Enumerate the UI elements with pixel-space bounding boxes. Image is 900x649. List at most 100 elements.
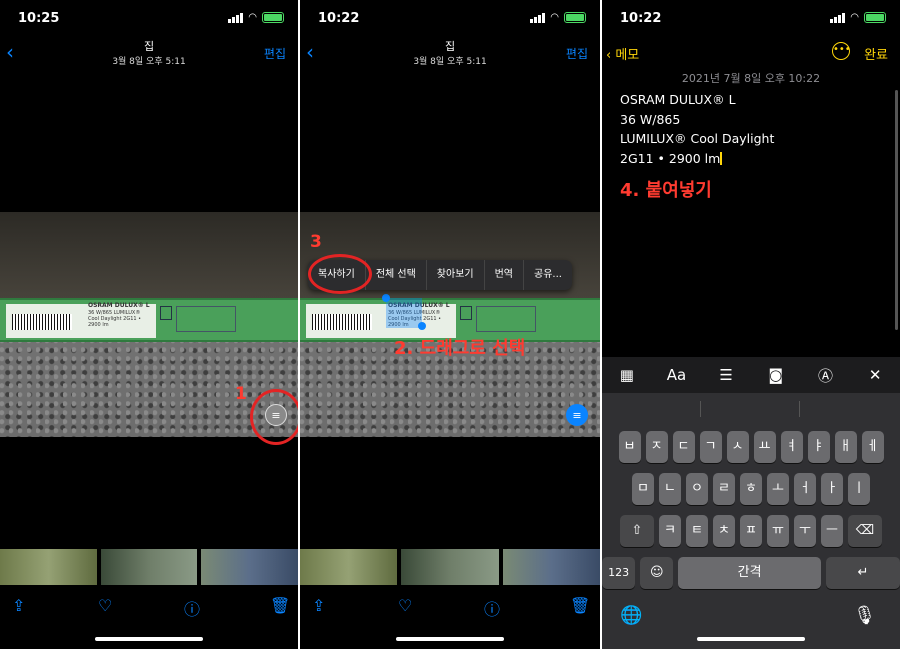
battery-icon — [262, 12, 284, 23]
more-icon[interactable]: ••• — [832, 42, 851, 60]
kc-mark-icon — [460, 306, 472, 320]
table-icon[interactable]: ▦ — [612, 366, 642, 384]
photo-nav-bar: ‹ 집 3월 8일 오후 5:11 편집 — [0, 36, 298, 70]
return-key-icon[interactable]: ↵ — [825, 557, 900, 589]
selection-handle-start[interactable] — [382, 294, 390, 302]
key[interactable]: ㅠ — [767, 515, 789, 547]
key[interactable]: ㅡ — [821, 515, 843, 547]
key[interactable]: ㅣ — [848, 473, 870, 505]
key[interactable]: ㅅ — [726, 431, 749, 463]
home-indicator — [396, 637, 504, 641]
menu-share[interactable]: 공유... — [524, 260, 572, 290]
key[interactable]: ㅛ — [753, 431, 776, 463]
thumbnail[interactable] — [502, 549, 600, 585]
camera-icon[interactable]: ◙ — [761, 366, 791, 384]
key-row-1: ㅂ ㅈ ㄷ ㄱ ㅅ ㅛ ㅕ ㅑ ㅐ ㅔ — [602, 431, 900, 463]
close-icon[interactable]: ✕ — [860, 366, 890, 384]
wifi-icon: ◠ — [550, 12, 559, 23]
key[interactable]: ㅊ — [713, 515, 735, 547]
menu-select-all[interactable]: 전체 선택 — [366, 260, 427, 290]
annotation-step-1: 1 — [235, 384, 247, 404]
key[interactable]: ㅔ — [861, 431, 884, 463]
notes-back-label: 메모 — [615, 48, 640, 63]
menu-look-up[interactable]: 찾아보기 — [427, 260, 485, 290]
format-text-icon[interactable]: Aa — [661, 366, 691, 384]
globe-icon[interactable]: 🌐 — [620, 605, 642, 626]
edit-button[interactable]: 편집 — [566, 45, 588, 62]
signal-icon — [830, 12, 846, 23]
live-text-icon[interactable]: ≡ — [265, 404, 287, 426]
done-button[interactable]: 완료 — [864, 44, 888, 63]
key[interactable]: ㅗ — [767, 473, 789, 505]
signal-icon — [530, 12, 546, 23]
numbers-key[interactable]: 123 — [602, 557, 636, 589]
product-spec: 36 W/865 LUMILUX® Cool Daylight 2G11 • 2… — [88, 310, 142, 328]
key[interactable]: ㅍ — [740, 515, 762, 547]
heart-icon[interactable]: ♡ — [98, 596, 112, 615]
shift-key-icon[interactable]: ⇧ — [620, 515, 654, 547]
status-icons: ◠ — [228, 12, 284, 23]
photo-date: 3월 8일 오후 5:11 — [413, 57, 487, 67]
key[interactable]: ㅌ — [686, 515, 708, 547]
photo-title: 집 — [444, 40, 456, 53]
info-icon[interactable]: ⓘ — [484, 596, 500, 620]
heart-icon[interactable]: ♡ — [398, 596, 412, 615]
key[interactable]: ㅜ — [794, 515, 816, 547]
thumbnail[interactable] — [201, 549, 298, 585]
key[interactable]: ㅏ — [821, 473, 843, 505]
text-cursor — [720, 151, 722, 165]
share-icon[interactable]: ⇪ — [312, 596, 325, 615]
share-icon[interactable]: ⇪ — [12, 596, 25, 615]
status-icons: ◠ — [830, 12, 886, 23]
product-brand: OSRAM DULUX® L — [88, 302, 150, 309]
key[interactable]: ㄱ — [699, 431, 722, 463]
trash-icon[interactable]: 🗑 — [270, 596, 290, 615]
key[interactable]: ㅕ — [780, 431, 803, 463]
status-bar: 10:22 ◠ — [300, 0, 600, 38]
thumbnail[interactable] — [300, 549, 398, 585]
key[interactable]: ㅋ — [659, 515, 681, 547]
menu-translate[interactable]: 번역 — [485, 260, 525, 290]
key[interactable]: ㄷ — [672, 431, 695, 463]
note-body[interactable]: OSRAM DULUX® L 36 W/865 LUMILUX® Cool Da… — [620, 90, 774, 168]
space-key[interactable]: 간격 — [678, 557, 821, 589]
status-time: 10:22 — [318, 11, 360, 26]
info-icon[interactable]: ⓘ — [184, 596, 200, 620]
key[interactable]: ㅑ — [807, 431, 830, 463]
key[interactable]: ㄹ — [713, 473, 735, 505]
backspace-key-icon[interactable]: ⌫ — [848, 515, 882, 547]
notes-back-button[interactable]: ‹ 메모 — [606, 44, 639, 63]
barcode — [312, 314, 372, 330]
thumbnail-strip[interactable] — [300, 549, 600, 585]
selection-handle-end[interactable] — [418, 322, 426, 330]
trash-icon[interactable]: 🗑 — [570, 596, 590, 615]
key-row-3: ⇧ ㅋ ㅌ ㅊ ㅍ ㅠ ㅜ ㅡ ⌫ — [602, 515, 900, 547]
key[interactable]: ㄴ — [659, 473, 681, 505]
emoji-key-icon[interactable]: ☺ — [640, 557, 674, 589]
key[interactable]: ㅎ — [740, 473, 762, 505]
product-box: OSRAM DULUX® L 36 W/865 LUMILUX® Cool Da… — [0, 298, 298, 342]
mic-icon[interactable]: 🎙 — [853, 605, 876, 626]
key[interactable]: ㅂ — [618, 431, 641, 463]
thumbnail[interactable] — [0, 549, 97, 585]
key[interactable]: ㅁ — [632, 473, 654, 505]
key[interactable]: ㅈ — [645, 431, 668, 463]
status-time: 10:25 — [18, 11, 60, 26]
thumbnail-strip[interactable] — [0, 549, 298, 585]
key[interactable]: ㅇ — [686, 473, 708, 505]
wifi-icon: ◠ — [850, 12, 859, 23]
thumbnail[interactable] — [100, 549, 198, 585]
live-text-icon[interactable]: ≡ — [566, 404, 588, 426]
checklist-icon[interactable]: ☰ — [711, 366, 741, 384]
note-date: 2021년 7월 8일 오후 10:22 — [681, 72, 821, 85]
battery-icon — [864, 12, 886, 23]
back-chevron-icon: ‹ — [606, 48, 616, 63]
markup-icon[interactable]: Ⓐ — [810, 365, 840, 386]
photos-screen-1: 10:25 ◠ ‹ 집 3월 8일 오후 5:11 편집 OSRAM DULUX… — [0, 0, 298, 649]
key[interactable]: ㅐ — [834, 431, 857, 463]
annotation-circle — [308, 254, 372, 294]
key[interactable]: ㅓ — [794, 473, 816, 505]
thumbnail[interactable] — [401, 549, 499, 585]
edit-button[interactable]: 편집 — [264, 45, 286, 62]
status-bar: 10:22 ◠ — [602, 0, 900, 38]
